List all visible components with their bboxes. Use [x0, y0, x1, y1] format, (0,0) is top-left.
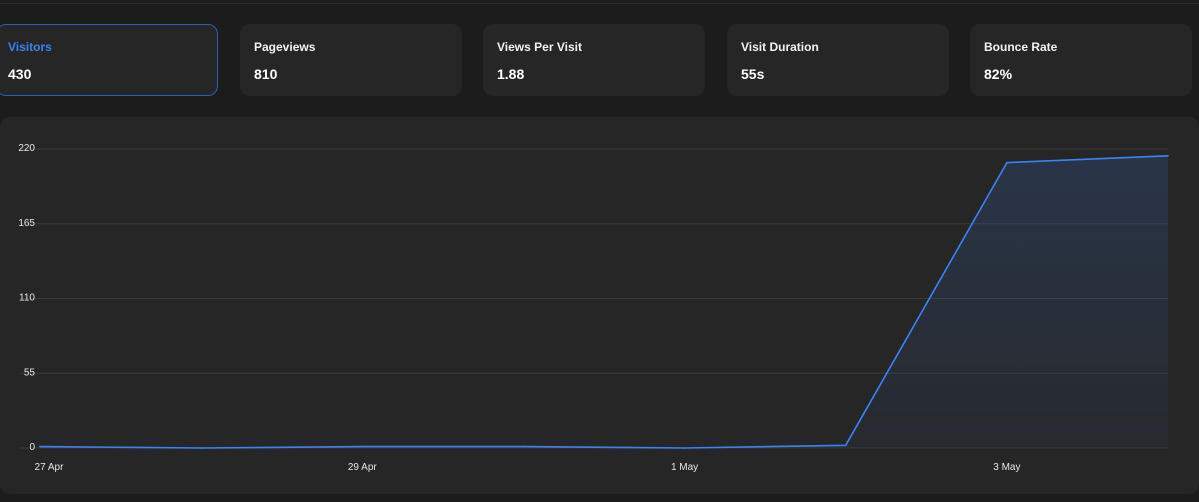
stat-label: Views Per Visit [497, 40, 582, 54]
y-tick-label: 110 [19, 293, 35, 304]
stat-card-bounce-rate[interactable]: Bounce Rate 82% [970, 24, 1192, 96]
data-point [844, 444, 847, 447]
series-area [40, 155, 1168, 449]
stat-value: 55s [741, 66, 765, 82]
stat-label: Visitors [8, 40, 52, 54]
data-point [522, 445, 525, 448]
data-point [1005, 161, 1008, 164]
stat-value: 810 [254, 66, 278, 82]
stat-card-visit-duration[interactable]: Visit Duration 55s [727, 24, 949, 96]
stat-card-visitors[interactable]: Visitors 430 [0, 24, 218, 96]
data-point [200, 447, 203, 449]
stats-row: Visitors 430 Pageviews 810 Views Per Vis… [0, 24, 1199, 96]
data-point [683, 447, 686, 449]
data-point [1167, 154, 1169, 157]
data-point [361, 445, 364, 448]
stat-value: 430 [8, 66, 32, 82]
stat-value: 82% [984, 66, 1013, 82]
x-tick-label: 1 May [671, 462, 698, 473]
x-axis-ticks: 27 Apr 29 Apr 1 May 3 May [35, 462, 1021, 473]
y-axis-ticks: 0 55 110 165 220 [18, 143, 35, 453]
y-tick-label: 55 [24, 367, 36, 378]
stat-label: Pageviews [254, 40, 316, 54]
data-point [39, 445, 41, 448]
top-divider [0, 3, 1199, 4]
stat-card-pageviews[interactable]: Pageviews 810 [240, 24, 462, 96]
visitors-chart: 0 55 110 165 220 27 Apr 29 Apr 1 May 3 May [18, 143, 1169, 473]
stat-card-views-per-visit[interactable]: Views Per Visit 1.88 [483, 24, 705, 96]
chart-panel: 0 55 110 165 220 27 Apr 29 Apr 1 May 3 May [0, 117, 1199, 494]
y-tick-label: 165 [18, 218, 35, 229]
x-tick-label: 29 Apr [348, 462, 378, 473]
stat-label: Bounce Rate [984, 40, 1058, 54]
stat-label: Visit Duration [741, 40, 819, 54]
stat-value: 1.88 [497, 66, 525, 82]
x-tick-label: 27 Apr [35, 462, 65, 473]
y-tick-label: 0 [29, 442, 35, 453]
y-tick-label: 220 [18, 143, 35, 154]
x-tick-label: 3 May [993, 462, 1020, 473]
